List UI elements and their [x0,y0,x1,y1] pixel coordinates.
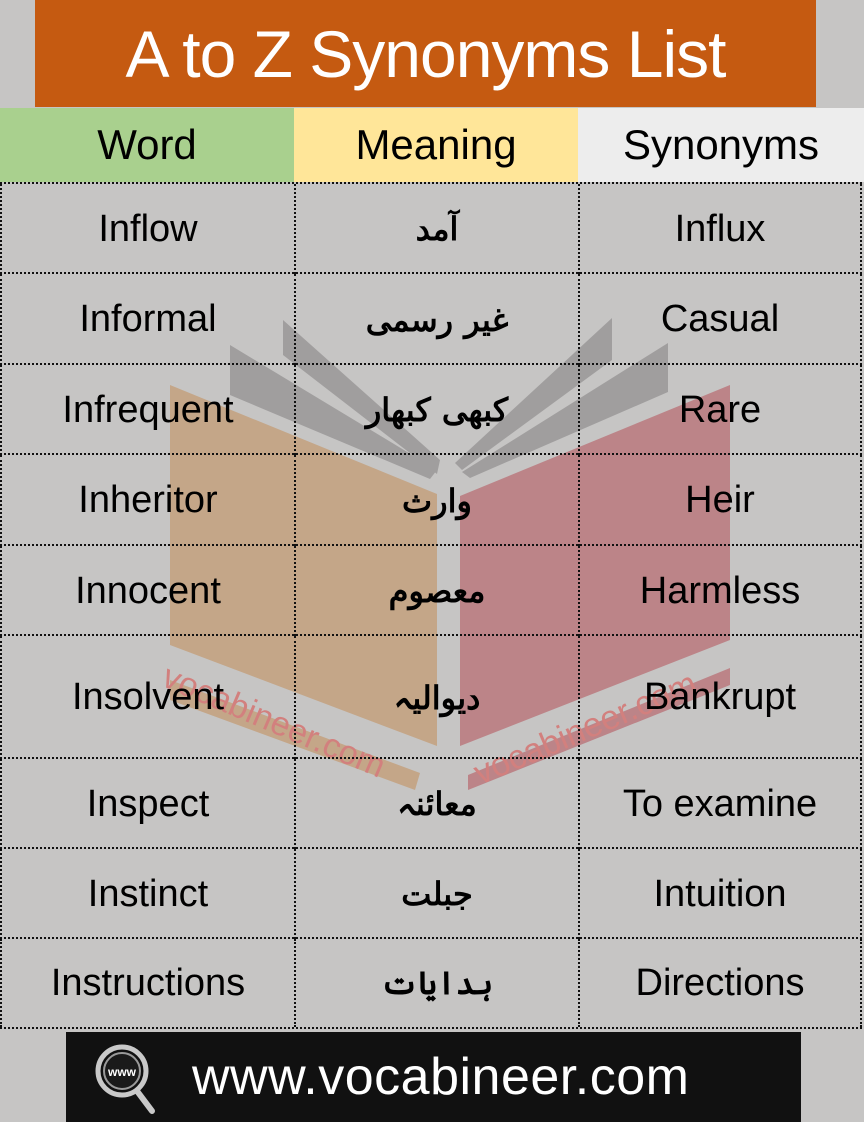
meaning-cell: آمد [294,184,578,274]
synonym-cell: Influx [578,184,862,274]
meaning-cell: معصوم [294,546,578,636]
word-cell: Inflow [0,184,294,274]
synonym-cell: Casual [578,274,862,365]
table-row: Instinct جبلت Intuition [0,847,862,939]
table-row: Infrequent کبھی کبھار Rare [0,363,862,455]
table-row: Insolvent دیوالیہ Bankrupt [0,634,862,759]
synonym-cell: Bankrupt [578,636,862,759]
word-cell: Informal [0,274,294,365]
synonym-cell: To examine [578,759,862,849]
word-cell: Instinct [0,849,294,939]
meaning-cell: غیر رسمی [294,274,578,365]
word-cell: Insolvent [0,636,294,759]
meaning-cell: ہدایات [294,939,578,1027]
table-row: Inspect معائنہ To examine [0,757,862,849]
word-cell: Inspect [0,759,294,849]
synonym-cell: Heir [578,455,862,546]
header-synonyms: Synonyms [578,108,864,182]
synonym-cell: Directions [578,939,862,1027]
synonym-cell: Harmless [578,546,862,636]
www-magnifier-icon: www [95,1044,155,1114]
table-header: Word Meaning Synonyms [0,108,864,182]
page-title: A to Z Synonyms List [125,16,727,91]
meaning-cell: معائنہ [294,759,578,849]
meaning-cell: کبھی کبھار [294,365,578,455]
synonym-cell: Intuition [578,849,862,939]
word-cell: Innocent [0,546,294,636]
word-cell: Infrequent [0,365,294,455]
footer-banner: www www.vocabineer.com [66,1032,801,1122]
table-row: Instructions ہدایات Directions [0,937,862,1029]
header-meaning: Meaning [294,108,578,182]
meaning-cell: دیوالیہ [294,636,578,759]
table-row: Inflow آمد Influx [0,182,862,274]
word-cell: Instructions [0,939,294,1027]
synonym-cell: Rare [578,365,862,455]
header-word: Word [0,108,294,182]
www-icon-text: www [107,1065,137,1079]
website-url: www.vocabineer.com [192,1048,690,1106]
table-row: Innocent معصوم Harmless [0,544,862,636]
meaning-cell: وارث [294,455,578,546]
table-row: Inheritor وارث Heir [0,453,862,546]
title-banner: A to Z Synonyms List [35,0,816,107]
meaning-cell: جبلت [294,849,578,939]
table-row: Informal غیر رسمی Casual [0,272,862,365]
word-cell: Inheritor [0,455,294,546]
